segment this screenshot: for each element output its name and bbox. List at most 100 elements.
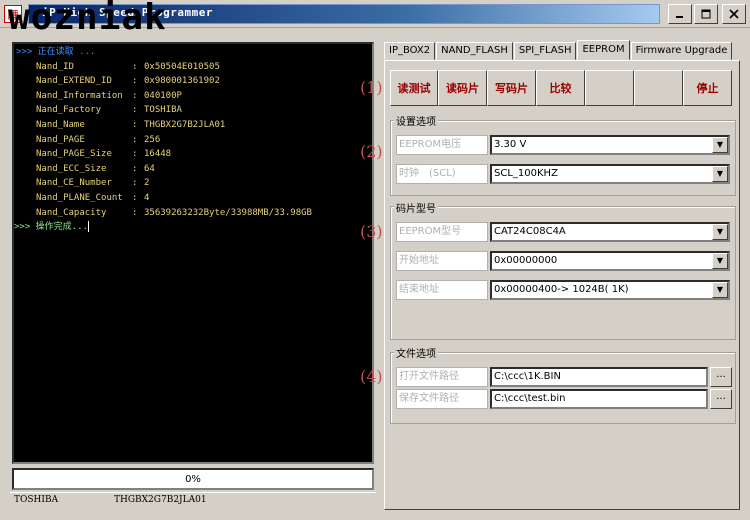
maximize-glyph: [701, 9, 711, 19]
console-row-separator: :: [132, 105, 138, 116]
console-row-value: 0x50504E010505: [144, 61, 220, 72]
chevron-down-icon[interactable]: ▼: [712, 282, 728, 298]
chevron-down-icon[interactable]: ▼: [712, 253, 728, 269]
console-row-value: 2: [144, 178, 150, 189]
write-chip-button[interactable]: 写码片: [487, 70, 536, 106]
console-row: Nand_ECC_Size:64: [14, 162, 372, 177]
save-browse-button[interactable]: ...: [710, 389, 732, 409]
close-icon[interactable]: [722, 4, 746, 24]
empty-button-1[interactable]: [585, 70, 634, 106]
console-row-key: Nand_PAGE: [36, 134, 85, 145]
console-row-key: Nand_PAGE_Size: [36, 149, 112, 160]
console-done-text: >>> 操作完成...: [14, 222, 88, 233]
model-label: EEPROM型号: [396, 222, 488, 242]
maximize-icon[interactable]: [694, 4, 718, 24]
console-row-separator: :: [132, 119, 138, 130]
watermark-text: wozniak: [8, 0, 167, 38]
tab-ip-box2[interactable]: IP_BOX2: [384, 42, 436, 60]
open-path-input[interactable]: C:\ccc\1K.BIN: [490, 367, 708, 387]
minimize-icon[interactable]: [668, 4, 692, 24]
console-row-value: THGBX2G7B2JLA01: [144, 119, 226, 130]
console-row-value: 35639263232Byte/33988MB/33.98GB: [144, 207, 312, 218]
save-path-input[interactable]: C:\ccc\test.bin: [490, 389, 708, 409]
console-row-separator: :: [132, 207, 138, 218]
console-row-value: 040100P: [144, 90, 182, 101]
tab-eeprom[interactable]: EEPROM: [577, 40, 630, 60]
start-address-value: 0x00000000: [494, 255, 558, 266]
progress-bar: 0%: [12, 468, 374, 490]
console-row-separator: :: [132, 149, 138, 160]
voltage-select[interactable]: 3.30 V ▼: [490, 135, 730, 155]
voltage-label: EEPROM电压: [396, 135, 488, 155]
console-row-separator: :: [132, 192, 138, 203]
console-row: Nand_ID:0x50504E010505: [14, 60, 372, 75]
clock-value: SCL_100KHZ: [494, 168, 558, 179]
progress-label: 0%: [185, 473, 201, 485]
console-row-key: Nand_ID: [36, 61, 74, 72]
console-row-value: 256: [144, 134, 161, 145]
settings-group: [390, 120, 736, 196]
marker-3: (3): [360, 222, 383, 241]
chip-group-title: 码片型号: [394, 200, 438, 215]
read-chip-button[interactable]: 读码片: [438, 70, 487, 106]
status-chip: THGBX2G7B2JLA01: [114, 495, 207, 505]
console-row-key: Nand_CE_Number: [36, 178, 112, 189]
console-row-separator: :: [132, 61, 138, 72]
console-row-key: Nand_PLANE_Count: [36, 192, 123, 203]
text-cursor: [87, 221, 89, 233]
chevron-down-icon[interactable]: ▼: [712, 137, 728, 153]
marker-1: (1): [360, 78, 383, 97]
console-row-separator: :: [132, 76, 138, 87]
open-browse-button[interactable]: ...: [710, 367, 732, 387]
model-value: CAT24C08C4A: [494, 226, 566, 237]
start-address-select[interactable]: 0x00000000 ▼: [490, 251, 730, 271]
console-row-separator: :: [132, 178, 138, 189]
console-row-key: Nand_EXTEND_ID: [36, 76, 112, 87]
console-row-value: 0x980001361902: [144, 76, 220, 87]
console-row-value: 64: [144, 163, 155, 174]
console-row: Nand_EXTEND_ID:0x980001361902: [14, 74, 372, 89]
tab-spi-flash[interactable]: SPI_FLASH: [513, 42, 577, 60]
console-row-separator: :: [132, 134, 138, 145]
console-row: Nand_Factory: TOSHIBA: [14, 103, 372, 118]
clock-label: 时钟 (SCL): [396, 164, 488, 184]
console-row: Nand_PAGE_Size:16448: [14, 147, 372, 162]
model-select[interactable]: CAT24C08C4A ▼: [490, 222, 730, 242]
marker-2: (2): [360, 142, 383, 161]
console-row: Nand_CE_Number:2: [14, 176, 372, 191]
console-rows: Nand_ID:0x50504E010505 Nand_EXTEND_ID:0x9…: [14, 60, 372, 221]
end-address-select[interactable]: 0x00000400-> 1024B( 1K) ▼: [490, 280, 730, 300]
marker-4: (4): [360, 367, 383, 386]
save-path-label: 保存文件路径: [396, 389, 488, 409]
settings-group-title: 设置选项: [394, 113, 438, 128]
console-row-key: Nand_Name: [36, 119, 85, 130]
end-address-label: 结束地址: [396, 280, 488, 300]
clock-select[interactable]: SCL_100KHZ ▼: [490, 164, 730, 184]
console-row-value: TOSHIBA: [144, 105, 182, 116]
log-console[interactable]: >>> 正在读取 ... Nand_ID:0x50504E010505 Nand_…: [12, 42, 374, 464]
chevron-down-icon[interactable]: ▼: [712, 166, 728, 182]
action-toolbar: 读测试 读码片 写码片 比较 停止: [390, 70, 732, 106]
voltage-value: 3.30 V: [494, 139, 527, 150]
compare-button[interactable]: 比较: [536, 70, 585, 106]
end-address-value: 0x00000400-> 1024B( 1K): [494, 284, 629, 295]
console-row-separator: :: [132, 163, 138, 174]
stop-button[interactable]: 停止: [683, 70, 732, 106]
empty-button-2[interactable]: [634, 70, 683, 106]
tab-firmware-upgrade[interactable]: Firmware Upgrade: [630, 42, 733, 60]
minimize-glyph: [676, 16, 683, 18]
files-group: [390, 352, 736, 424]
console-row: Nand_PLANE_Count:4: [14, 191, 372, 206]
console-row-separator: :: [132, 90, 138, 101]
files-group-title: 文件选项: [394, 345, 438, 360]
console-row-key: Nand_Factory: [36, 105, 102, 116]
chevron-down-icon[interactable]: ▼: [712, 224, 728, 240]
tab-nand-flash[interactable]: NAND_FLASH: [436, 42, 513, 60]
console-row-value: 4: [144, 192, 150, 203]
console-done-line: >>> 操作完成...: [14, 220, 372, 235]
tab-strip: IP_BOX2 NAND_FLASH SPI_FLASH EEPROM Firm…: [384, 40, 733, 60]
start-address-label: 开始地址: [396, 251, 488, 271]
read-test-button[interactable]: 读测试: [390, 70, 438, 106]
status-vendor: TOSHIBA: [14, 495, 59, 505]
title-bar: ▦ iP High Speed Programmer wozniak: [0, 0, 750, 36]
